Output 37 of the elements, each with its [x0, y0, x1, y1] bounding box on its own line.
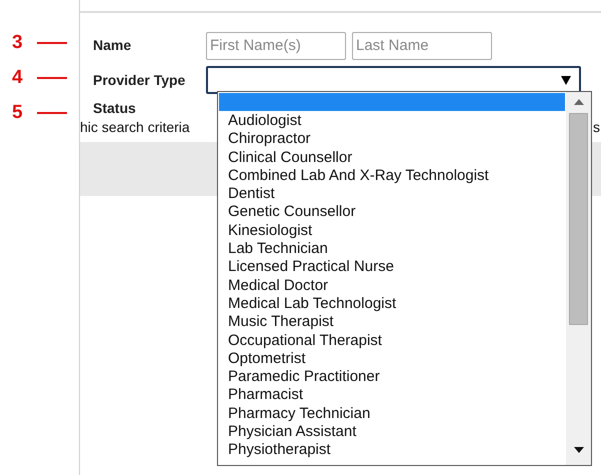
dropdown-option[interactable]: Physician Assistant — [228, 423, 566, 442]
dropdown-option[interactable]: Music Therapist — [228, 313, 566, 332]
scrollbar-thumb[interactable] — [569, 113, 588, 325]
scroll-up-icon[interactable] — [574, 99, 584, 105]
scrollbar[interactable] — [566, 92, 591, 465]
callout-line — [37, 42, 67, 44]
last-name-field[interactable]: Last Name — [352, 32, 492, 60]
dropdown-option[interactable]: Physiotherapist — [228, 441, 566, 460]
dropdown-option[interactable]: Paramedic Practitioner — [228, 368, 566, 386]
step-number: 3 — [11, 30, 24, 55]
dropdown-option[interactable]: Medical Lab Technologist — [228, 294, 566, 314]
dropdown-option[interactable]: Pharmacy Technician — [228, 404, 566, 424]
first-name-field[interactable]: First Name(s) — [206, 32, 346, 60]
dropdown-option[interactable]: Genetic Counsellor — [228, 203, 566, 222]
callout-line — [37, 112, 67, 114]
scroll-down-icon[interactable] — [574, 447, 584, 453]
step-number: 4 — [11, 66, 24, 90]
dropdown-option[interactable]: Clinical Counsellor — [228, 148, 566, 167]
hint-text: hic search criteria — [80, 118, 190, 136]
dropdown-option[interactable]: Combined Lab And X-Ray Technologist — [228, 166, 566, 186]
dropdown-arrow-icon — [561, 76, 571, 84]
callout-line — [37, 77, 67, 79]
step-number: 5 — [11, 100, 24, 125]
dropdown-option[interactable]: Optometrist — [228, 350, 566, 368]
dropdown-option[interactable]: Medical Doctor — [228, 276, 566, 295]
dropdown-option[interactable]: Occupational Therapist — [228, 332, 566, 350]
name-label: Name — [92, 36, 132, 55]
dropdown-option[interactable]: Kinesiologist — [228, 222, 566, 240]
provider-type-label: Provider Type — [92, 70, 186, 90]
dropdown-option[interactable]: Pharmacist — [228, 386, 566, 405]
dropdown-option[interactable]: Chiropractor — [228, 130, 566, 149]
dropdown-option[interactable]: Audiologist — [228, 112, 566, 130]
dropdown-option[interactable]: Licensed Practical Nurse — [228, 258, 566, 277]
dropdown-option[interactable]: Lab Technician — [228, 240, 566, 258]
status-label: Status — [92, 98, 136, 118]
dropdown-option[interactable]: Dentist — [228, 185, 566, 204]
hint-text: s — [593, 118, 601, 136]
